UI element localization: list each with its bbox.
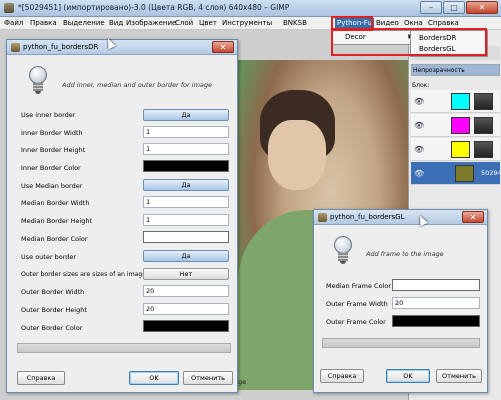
param-label: Inner Border Color	[21, 164, 81, 172]
dialog-title: python_fu_bordersGL	[330, 213, 405, 221]
inner-border-color-button[interactable]	[143, 160, 229, 172]
highlight-box	[331, 28, 487, 56]
dialog-description: Add inner, median and outer border for i…	[62, 81, 213, 89]
progress-bar	[322, 338, 480, 348]
layer-thumbnail	[451, 141, 470, 158]
param-label: Median Frame Color	[326, 282, 391, 290]
ok-button[interactable]: OK	[386, 369, 430, 383]
layer-thumbnail	[455, 165, 474, 182]
menu-windows[interactable]: Окна	[404, 19, 423, 27]
menu-layer[interactable]: Слой	[175, 19, 193, 27]
median-border-color-button[interactable]	[143, 231, 229, 243]
menu-video[interactable]: Видео	[376, 19, 399, 27]
progress-bar	[17, 343, 231, 353]
dialog-title-bar: python_fu_bordersGL ✕	[314, 210, 487, 225]
outer-border-height-input[interactable]: 20	[143, 303, 229, 315]
window-title: *[5029451] (импортировано)-3.0 (Цвета RG…	[18, 3, 290, 12]
outer-border-color-button[interactable]	[143, 320, 229, 332]
param-label: Outer border sizes are sizes of an image	[21, 271, 147, 278]
opacity-label: Непрозрачность	[413, 67, 465, 74]
layer-thumbnail	[451, 93, 470, 110]
minimize-button[interactable]: –	[420, 1, 442, 14]
layer-mask-thumbnail	[474, 93, 493, 110]
layer-name: 502945	[481, 169, 501, 177]
param-label: Outer Border Height	[21, 306, 87, 314]
dialog-description: Add frame to the image	[366, 250, 444, 258]
photo-face	[268, 120, 326, 190]
maximize-button[interactable]: □	[443, 1, 465, 14]
layer-row-selected[interactable]: 👁 502945	[411, 162, 501, 185]
param-label: Median Border Height	[21, 217, 93, 225]
menu-select[interactable]: Выделение	[63, 19, 105, 27]
median-frame-color-button[interactable]	[392, 279, 480, 291]
help-button[interactable]: Справка	[320, 369, 364, 383]
eye-icon[interactable]: 👁	[414, 97, 424, 106]
menu-edit[interactable]: Правка	[30, 19, 57, 27]
help-button[interactable]: Справка	[17, 371, 65, 385]
cancel-button[interactable]: Отменить	[436, 369, 482, 383]
eye-icon[interactable]: 👁	[414, 121, 424, 130]
dialog-bordersgl: python_fu_bordersGL ✕ Add frame to the i…	[313, 209, 488, 393]
inner-border-width-input[interactable]: 1	[143, 126, 229, 138]
median-border-width-input[interactable]: 1	[143, 196, 229, 208]
close-icon[interactable]: ✕	[212, 41, 234, 53]
param-label: Inner Border Width	[21, 129, 83, 137]
menu-image[interactable]: Изображение	[126, 19, 176, 27]
layer-row[interactable]: 👁	[411, 114, 500, 137]
lock-label: Блок:	[412, 82, 430, 89]
layer-mask-thumbnail	[474, 117, 493, 134]
param-label: Outer Frame Color	[326, 318, 386, 326]
use-outer-border-toggle[interactable]: Да	[143, 250, 229, 262]
param-label: Median Border Width	[21, 199, 90, 207]
layer-row[interactable]: 👁	[411, 138, 500, 161]
median-border-height-input[interactable]: 1	[143, 214, 229, 226]
outer-border-width-input[interactable]: 20	[143, 285, 229, 297]
close-icon[interactable]: ✕	[462, 211, 484, 223]
layer-row[interactable]: 👁	[411, 90, 500, 113]
dialog-title: python_fu_bordersDR	[23, 43, 99, 51]
inner-border-height-input[interactable]: 1	[143, 143, 229, 155]
outer-frame-width-input[interactable]: 20	[392, 297, 480, 309]
eye-icon[interactable]: 👁	[414, 145, 424, 154]
use-median-border-toggle[interactable]: Да	[143, 179, 229, 191]
menu-file[interactable]: Файл	[4, 19, 23, 27]
param-label: Use Median border	[21, 182, 83, 190]
cancel-button[interactable]: Отменить	[183, 371, 233, 385]
outer-frame-color-button[interactable]	[392, 315, 480, 327]
layer-thumbnail	[451, 117, 470, 134]
gimp-icon	[4, 3, 14, 13]
menu-bnksb[interactable]: BNKSB	[283, 19, 307, 27]
eye-icon[interactable]: 👁	[414, 169, 424, 178]
menu-color[interactable]: Цвет	[199, 19, 217, 27]
python-fu-icon	[318, 213, 327, 222]
python-fu-icon	[11, 43, 20, 52]
param-label: Inner Border Height	[21, 146, 86, 154]
menu-help[interactable]: Справка	[428, 19, 459, 27]
ok-button[interactable]: OK	[129, 371, 179, 385]
param-label: Median Border Color	[21, 235, 88, 243]
dialog-bordersdr: python_fu_bordersDR ✕ Add inner, median …	[6, 39, 238, 393]
layer-mask-thumbnail	[474, 141, 493, 158]
param-label: Outer Border Color	[21, 324, 83, 332]
param-label: Outer Border Width	[21, 288, 85, 296]
param-label: Use inner border	[21, 111, 76, 119]
close-button[interactable]: ✕	[466, 1, 498, 14]
param-label: Outer Frame Width	[326, 300, 388, 308]
outer-border-image-size-toggle[interactable]: Нет	[143, 268, 229, 280]
menu-view[interactable]: Вид	[109, 19, 123, 27]
lightbulb-icon	[332, 236, 354, 266]
title-bar: *[5029451] (импортировано)-3.0 (Цвета RG…	[0, 0, 501, 17]
use-inner-border-toggle[interactable]: Да	[143, 109, 229, 121]
lightbulb-icon	[27, 66, 49, 96]
param-label: Use outer border	[21, 253, 77, 261]
menu-tools[interactable]: Инструменты	[222, 19, 272, 27]
opacity-slider[interactable]: Непрозрачность	[411, 64, 500, 76]
dialog-title-bar: python_fu_bordersDR ✕	[7, 40, 237, 55]
